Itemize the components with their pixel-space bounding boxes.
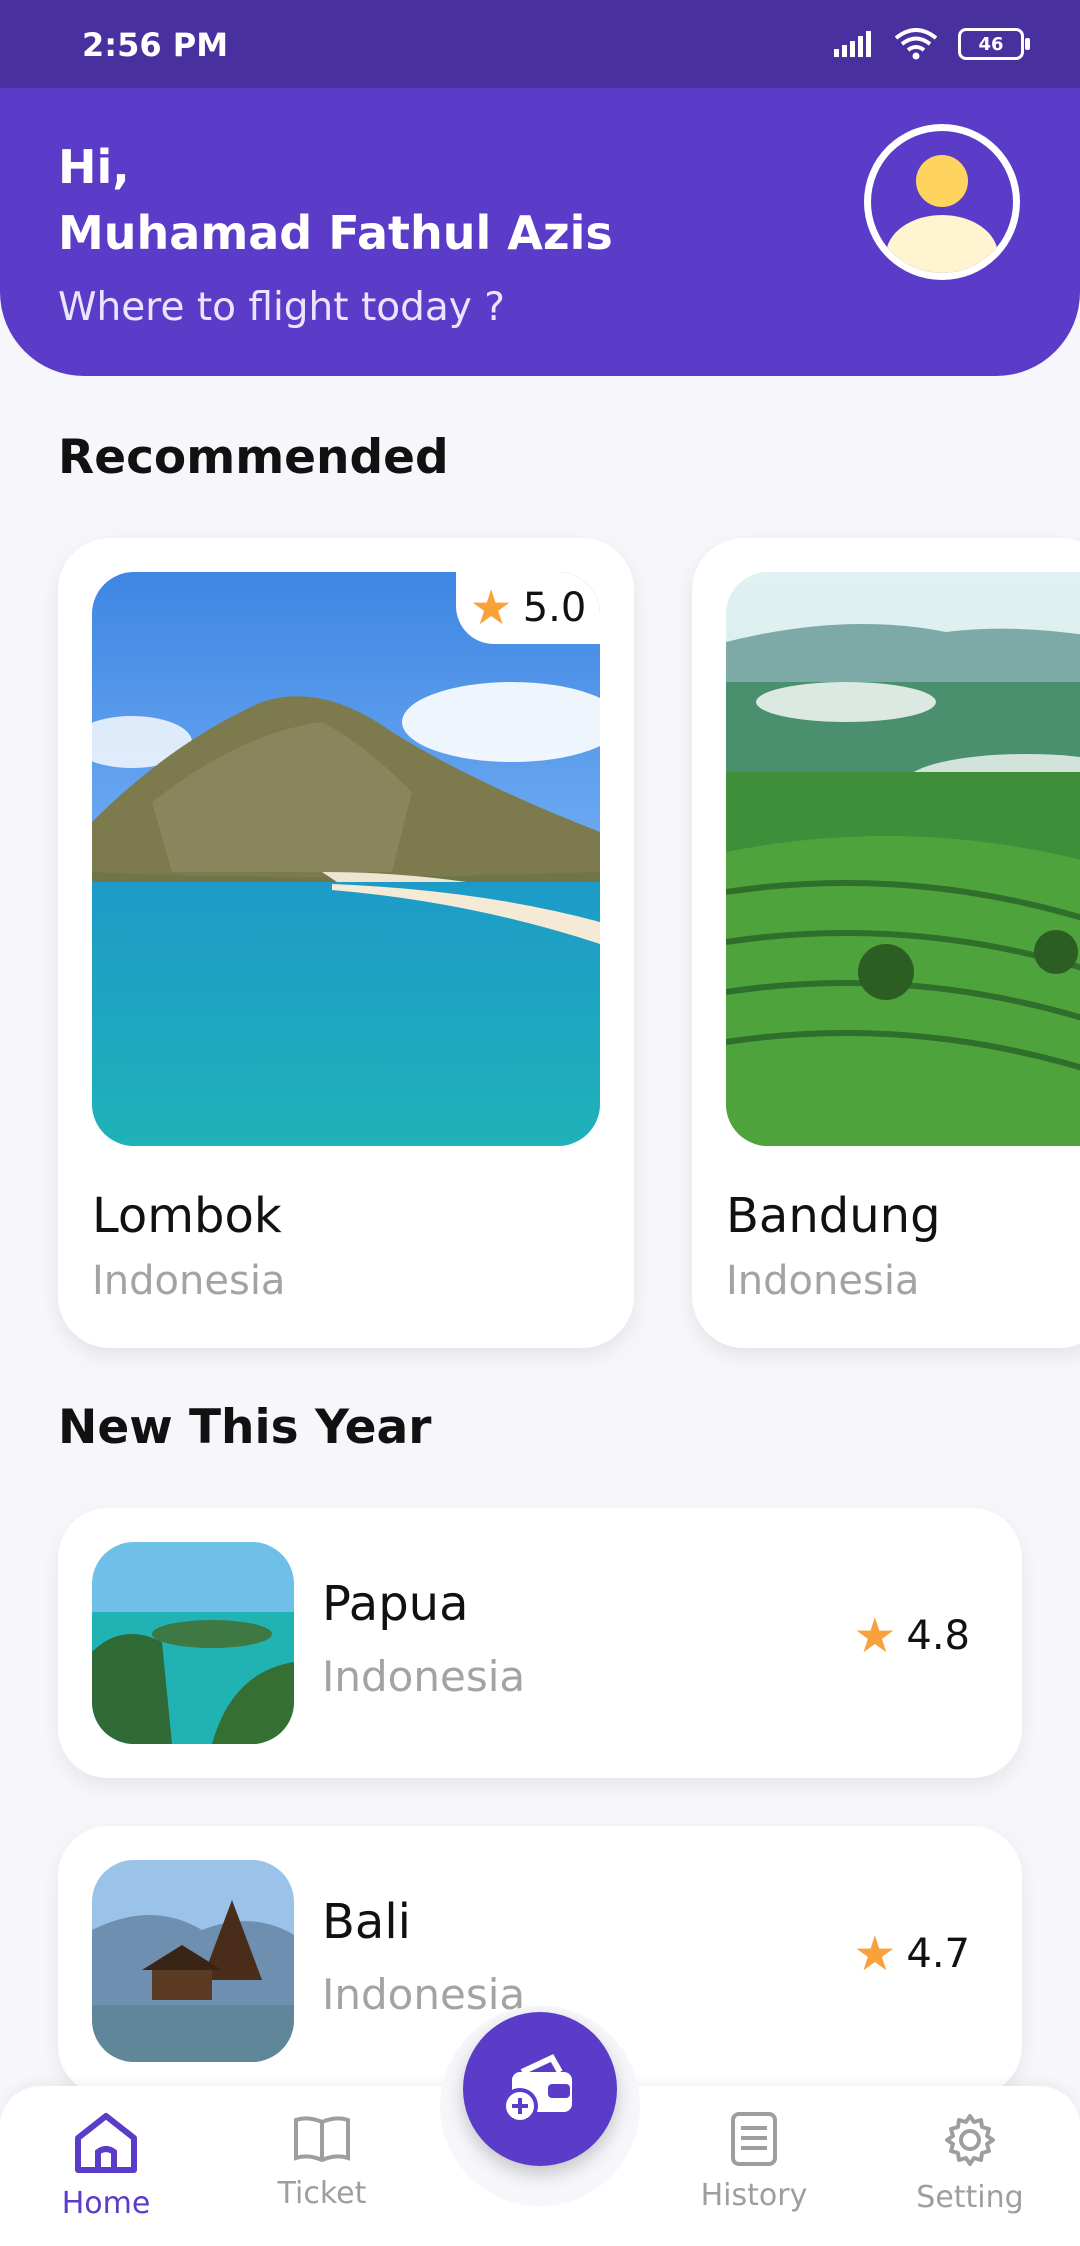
battery-level: 46 xyxy=(978,33,1004,55)
add-wallet-button[interactable] xyxy=(463,2012,617,2166)
recommended-card-bandung[interactable]: Bandung Indonesia xyxy=(692,538,1080,1348)
history-icon xyxy=(731,2112,777,2166)
destination-country: Indonesia xyxy=(322,1652,526,1701)
status-bar: 2:56 PM 46 xyxy=(0,0,1080,88)
nav-item-ticket[interactable]: Ticket xyxy=(222,2110,422,2211)
signal-icon xyxy=(834,31,871,57)
status-icons: 46 xyxy=(834,28,1030,60)
greeting: Hi, xyxy=(58,140,130,194)
rating: ★ 4.8 xyxy=(853,1612,970,1660)
rating-badge: ★ 5.0 xyxy=(456,572,600,644)
nav-label-history: History xyxy=(700,2178,808,2213)
section-title-new-this-year: New This Year xyxy=(58,1400,432,1455)
wifi-icon xyxy=(894,28,938,60)
star-icon: ★ xyxy=(853,1608,897,1664)
nav-item-history[interactable]: History xyxy=(654,2110,854,2213)
nav-label-setting: Setting xyxy=(916,2180,1024,2215)
section-title-recommended: Recommended xyxy=(58,430,449,485)
destination-name: Lombok xyxy=(92,1188,282,1244)
rating: ★ 4.7 xyxy=(853,1930,970,1978)
rating-value: 4.8 xyxy=(906,1613,970,1659)
nav-label-home: Home xyxy=(61,2186,151,2221)
settings-icon xyxy=(945,2114,995,2166)
destination-image: ★ 5.0 xyxy=(92,572,600,1146)
nav-label-ticket: Ticket xyxy=(277,2176,367,2211)
destination-image xyxy=(726,572,1080,1146)
destination-name: Papua xyxy=(322,1576,469,1632)
destination-name: Bali xyxy=(322,1894,412,1950)
destination-country: Indonesia xyxy=(92,1258,286,1304)
user-name: Muhamad Fathul Azis xyxy=(58,206,613,260)
ticket-icon xyxy=(294,2116,350,2163)
avatar-icon xyxy=(871,131,1013,273)
destination-name: Bandung xyxy=(726,1188,941,1244)
star-icon: ★ xyxy=(853,1926,897,1982)
header-subtitle: Where to flight today ? xyxy=(58,285,505,330)
recommended-card-lombok[interactable]: ★ 5.0 Lombok Indonesia xyxy=(58,538,634,1348)
destination-thumbnail xyxy=(92,1542,294,1744)
star-icon: ★ xyxy=(469,580,513,636)
home-icon xyxy=(75,2113,137,2173)
rating-value: 4.7 xyxy=(906,1931,970,1977)
destination-country: Indonesia xyxy=(726,1258,920,1304)
battery-icon: 46 xyxy=(958,28,1030,60)
destination-country: Indonesia xyxy=(322,1970,526,2019)
list-item-papua[interactable]: Papua Indonesia ★ 4.8 xyxy=(58,1508,1022,1778)
destination-thumbnail xyxy=(92,1860,294,2062)
avatar[interactable] xyxy=(864,124,1020,280)
status-time: 2:56 PM xyxy=(82,26,229,64)
nav-item-home[interactable]: Home xyxy=(6,2110,206,2221)
rating-value: 5.0 xyxy=(522,585,587,631)
nav-item-setting[interactable]: Setting xyxy=(870,2110,1070,2215)
wallet-plus-icon xyxy=(502,2054,572,2124)
